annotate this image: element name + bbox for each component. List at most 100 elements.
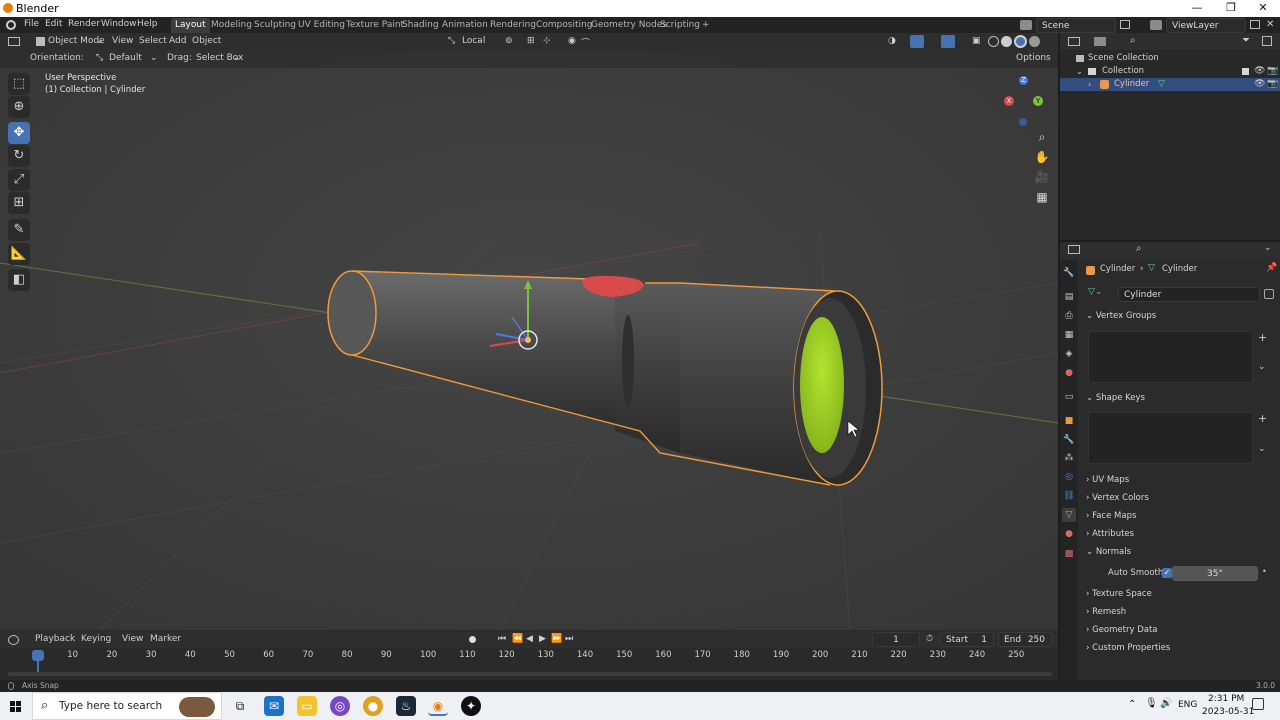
- outliner-row-collection[interactable]: ⌄ Collection 👁 📷: [1060, 65, 1280, 78]
- 3d-viewport[interactable]: Object Mode ⌄ View Select Add Object ⤡ L…: [0, 33, 1058, 630]
- menu-render[interactable]: Render: [68, 19, 100, 29]
- fake-user-icon[interactable]: [1264, 289, 1274, 299]
- particles-tab-icon[interactable]: ⁂: [1062, 451, 1076, 465]
- collection-visibility-icon[interactable]: 👁: [1254, 65, 1265, 78]
- shape-keys-panel-header[interactable]: ⌄ Shape Keys: [1086, 390, 1276, 406]
- mesh-data-tab-icon[interactable]: ▽: [1062, 508, 1076, 522]
- outliner-row-cylinder[interactable]: › Cylinder ▽ 👁 📷: [1060, 78, 1280, 91]
- gizmo-neg-z[interactable]: [1019, 118, 1027, 126]
- keyframe-dot-icon[interactable]: •: [1262, 567, 1267, 576]
- outliner-editor-type-icon[interactable]: [1068, 37, 1080, 46]
- transform-tool-button[interactable]: ⊞: [8, 192, 30, 214]
- falloff-icon[interactable]: ⌒: [581, 36, 590, 49]
- auto-keying-icon[interactable]: [469, 636, 476, 643]
- pin-icon[interactable]: 📌: [1266, 263, 1277, 273]
- notifications-icon[interactable]: [1252, 698, 1264, 710]
- physics-tab-icon[interactable]: ◎: [1062, 470, 1076, 484]
- navigation-gizmo[interactable]: Z Y X: [1000, 73, 1050, 129]
- mail-icon[interactable]: ✉: [264, 696, 284, 716]
- blender-taskbar-icon[interactable]: ◉: [428, 696, 448, 716]
- view-layer-field[interactable]: ViewLayer: [1166, 18, 1246, 33]
- menu-help[interactable]: Help: [137, 19, 158, 29]
- steam-icon[interactable]: ♨: [396, 696, 416, 716]
- menu-edit[interactable]: Edit: [45, 19, 62, 29]
- minimize-button[interactable]: —: [1180, 0, 1214, 17]
- display-mode-icon[interactable]: [1094, 37, 1106, 46]
- scene-tab-icon[interactable]: ◈: [1062, 347, 1076, 361]
- custom-properties-panel-header[interactable]: › Custom Properties: [1086, 640, 1276, 656]
- chrome-icon[interactable]: ●: [363, 696, 383, 716]
- new-collection-icon[interactable]: [1262, 36, 1272, 46]
- select-tool-button[interactable]: ⬚: [8, 73, 30, 95]
- start-frame-field[interactable]: Start 1: [940, 632, 994, 647]
- auto-smooth-angle-field[interactable]: 35°: [1172, 566, 1258, 581]
- tray-chevron-icon[interactable]: ⌃: [1128, 699, 1136, 710]
- cylinder-render-icon[interactable]: 📷: [1267, 78, 1278, 91]
- tab-layout[interactable]: Layout: [171, 18, 210, 33]
- scene-name-field[interactable]: Scene: [1036, 18, 1116, 33]
- outliner-filter-icon[interactable]: ⏷: [1242, 35, 1250, 46]
- vertex-groups-list[interactable]: [1088, 331, 1253, 383]
- constraints-tab-icon[interactable]: ⛓: [1062, 489, 1076, 503]
- texture-tab-icon[interactable]: ▩: [1062, 547, 1076, 561]
- tab-uv-editing[interactable]: UV Editing: [294, 18, 349, 33]
- new-view-layer-icon[interactable]: [1250, 20, 1260, 29]
- rotate-tool-button[interactable]: ↻: [8, 145, 30, 167]
- clock-date[interactable]: 2023-05-31: [1202, 707, 1254, 717]
- menu-file[interactable]: File: [24, 19, 39, 29]
- menu-window[interactable]: Window: [101, 19, 137, 29]
- mesh-datablock-icon[interactable]: ▽⌄: [1088, 287, 1102, 297]
- tab-sculpting[interactable]: Sculpting: [250, 18, 300, 33]
- normals-panel-header[interactable]: ⌄ Normals: [1086, 544, 1276, 560]
- timeline-ruler[interactable]: 1102030405060708090100110120130140150160…: [0, 648, 1058, 680]
- outliner-row-scene-collection[interactable]: Scene Collection: [1060, 52, 1280, 65]
- blender-menu-icon[interactable]: [6, 20, 16, 30]
- jump-key-forward-icon[interactable]: ⏩: [551, 634, 562, 644]
- timeline-editor-type-icon[interactable]: [8, 635, 19, 645]
- pan-hand-icon[interactable]: ✋: [1032, 148, 1052, 166]
- face-maps-panel-header[interactable]: › Face Maps: [1086, 508, 1276, 524]
- gizmo-toggle-icon[interactable]: [910, 35, 924, 48]
- timeline-scrollbar[interactable]: [8, 672, 1052, 676]
- tool-tab-icon[interactable]: 🔧: [1062, 266, 1076, 280]
- output-tab-icon[interactable]: ⎙: [1062, 309, 1076, 323]
- volume-icon[interactable]: 🔊: [1160, 698, 1172, 709]
- properties-editor-type-icon[interactable]: [1068, 245, 1080, 254]
- object-tab-icon[interactable]: ■: [1062, 414, 1076, 428]
- properties-search-icon[interactable]: ⌕: [1136, 243, 1142, 254]
- transform-orientation-selector[interactable]: Local: [462, 36, 485, 46]
- camera-view-icon[interactable]: 🎥: [1032, 168, 1052, 186]
- restore-button[interactable]: ❐: [1214, 0, 1248, 17]
- gizmo-y-axis[interactable]: Y: [1033, 96, 1043, 106]
- editor-type-icon[interactable]: [8, 37, 20, 46]
- taskbar-search-box[interactable]: ⌕ Type here to search: [32, 692, 222, 720]
- annotate-tool-button[interactable]: ✎: [8, 219, 30, 241]
- expand-cylinder-icon[interactable]: ›: [1088, 78, 1091, 91]
- overlay-toggle-icon[interactable]: [941, 35, 955, 48]
- texture-space-panel-header[interactable]: › Texture Space: [1086, 586, 1276, 602]
- vertex-groups-panel-header[interactable]: ⌄ Vertex Groups: [1086, 308, 1276, 324]
- shading-rendered-icon[interactable]: [1029, 36, 1040, 47]
- attributes-panel-header[interactable]: › Attributes: [1086, 526, 1276, 542]
- render-tab-icon[interactable]: ▤: [1062, 290, 1076, 304]
- close-window-button[interactable]: ✕: [1246, 0, 1280, 17]
- remesh-panel-header[interactable]: › Remesh: [1086, 604, 1276, 620]
- cursor-tool-button[interactable]: ⊕: [8, 96, 30, 118]
- tab-animation[interactable]: Animation: [438, 18, 492, 33]
- shape-key-menu-icon[interactable]: ⌄: [1258, 444, 1266, 454]
- jump-key-back-icon[interactable]: ⏪: [512, 634, 523, 644]
- viewport-menu-add[interactable]: Add: [169, 36, 186, 46]
- measure-tool-button[interactable]: 📐: [8, 243, 30, 265]
- playback-menu[interactable]: Playback: [35, 634, 75, 644]
- vertex-colors-panel-header[interactable]: › Vertex Colors: [1086, 490, 1276, 506]
- world-tab-icon[interactable]: ●: [1062, 366, 1076, 380]
- clock-time[interactable]: 2:31 PM: [1208, 694, 1244, 704]
- app-icon-purple[interactable]: ◎: [330, 696, 350, 716]
- preview-range-icon[interactable]: ⏱: [926, 634, 933, 644]
- view-layer-icon[interactable]: [1150, 20, 1162, 30]
- jump-start-icon[interactable]: ⏮: [498, 634, 506, 644]
- tab-scripting[interactable]: Scripting: [656, 18, 704, 33]
- gizmo-z-axis[interactable]: Z: [1019, 76, 1028, 85]
- auto-smooth-checkbox[interactable]: ✓: [1162, 568, 1172, 578]
- move-tool-button[interactable]: ✥: [8, 122, 30, 144]
